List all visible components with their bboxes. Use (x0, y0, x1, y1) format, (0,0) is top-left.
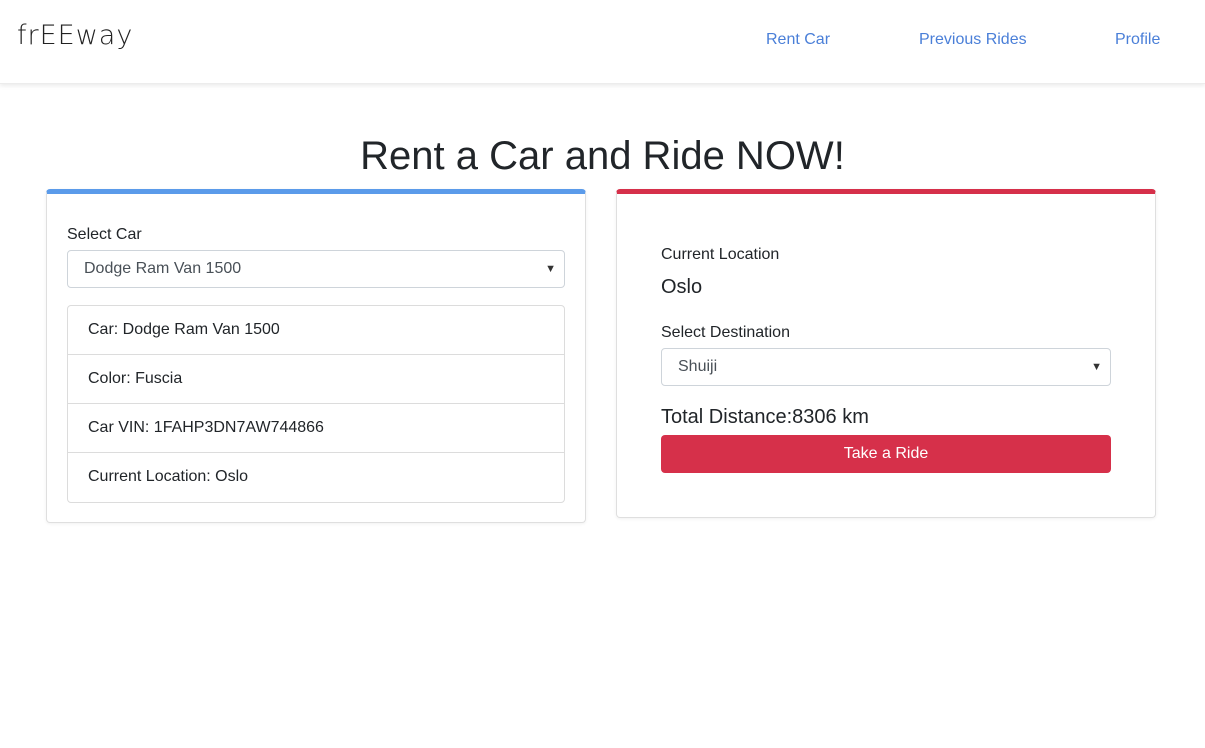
ride-card: Current Location Oslo Select Destination… (616, 189, 1156, 518)
take-a-ride-button[interactable]: Take a Ride (661, 435, 1111, 473)
nav-link-profile[interactable]: Profile (1115, 31, 1160, 49)
car-selection-card: Select Car Dodge Ram Van 1500 ▼ Car: Dod… (46, 189, 586, 523)
brand-logo[interactable]: frEEway (17, 20, 133, 51)
chevron-down-icon: ▼ (1091, 361, 1102, 373)
current-location-label: Current Location (661, 246, 780, 263)
chevron-down-icon: ▼ (545, 263, 556, 275)
car-select[interactable]: Dodge Ram Van 1500 ▼ (67, 250, 565, 288)
car-details-list: Car: Dodge Ram Van 1500 Color: Fuscia Ca… (67, 305, 565, 503)
page-title: Rent a Car and Ride NOW! (360, 134, 845, 178)
select-car-label: Select Car (67, 226, 142, 243)
car-detail-color: Color: Fuscia (68, 355, 564, 404)
nav-link-previous-rides[interactable]: Previous Rides (919, 31, 1027, 49)
car-detail-vin: Car VIN: 1FAHP3DN7AW744866 (68, 404, 564, 453)
total-distance: Total Distance:8306 km (661, 406, 869, 428)
top-navbar: frEEway Rent Car Previous Rides Profile (0, 0, 1205, 84)
car-select-value: Dodge Ram Van 1500 (84, 260, 242, 277)
destination-select[interactable]: Shuiji ▼ (661, 348, 1111, 386)
destination-select-value: Shuiji (678, 358, 718, 375)
select-destination-label: Select Destination (661, 324, 790, 341)
car-detail-location: Current Location: Oslo (88, 468, 249, 485)
current-location-value: Oslo (661, 276, 703, 298)
car-detail-name: Car: Dodge Ram Van 1500 (68, 306, 564, 355)
nav-link-rent-car[interactable]: Rent Car (766, 31, 830, 49)
